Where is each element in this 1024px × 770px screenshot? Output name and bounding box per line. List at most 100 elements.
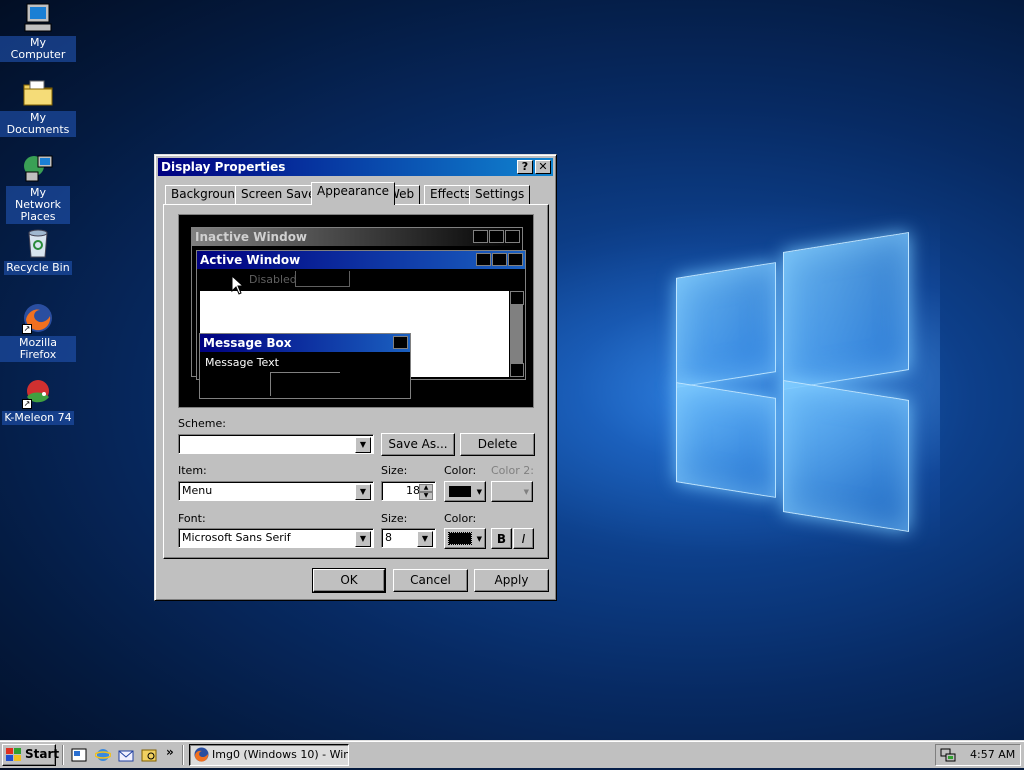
appearance-preview[interactable]: Inactive Window Active Window Disabled M…: [178, 214, 534, 408]
item-size-stepper[interactable]: 18 ▲ ▼: [381, 481, 436, 501]
start-label: Start: [25, 747, 60, 761]
desktop-icon-network-places[interactable]: My Network Places: [0, 152, 76, 224]
item-color-button[interactable]: ▼: [444, 481, 486, 502]
font-size-value: 8: [385, 531, 392, 544]
desktop-icon-firefox[interactable]: ↗ Mozilla Firefox: [0, 302, 76, 362]
preview-menu-disabled: Disabled: [249, 273, 297, 286]
outlook-express-icon[interactable]: [118, 747, 134, 763]
font-dropdown[interactable]: Microsoft Sans Serif ▼: [178, 528, 374, 548]
wallpaper-logo-pane: [783, 380, 909, 532]
chevron-down-icon: ▼: [523, 488, 529, 496]
quicklaunch-more-button[interactable]: »: [166, 745, 174, 759]
wallpaper-logo-pane: [676, 382, 776, 498]
cancel-button[interactable]: Cancel: [393, 569, 468, 592]
taskbar-divider: [62, 745, 64, 765]
windows-explorer-icon[interactable]: [141, 747, 157, 763]
preview-menu-selected: [295, 271, 350, 287]
taskbar-window-label: Img0 (Windows 10) - Wind...: [212, 748, 349, 761]
shortcut-arrow-icon: ↗: [22, 324, 32, 334]
firefox-icon: [194, 747, 209, 762]
dialog-title: Display Properties: [161, 160, 286, 174]
preview-scrollbar: [509, 291, 524, 377]
chevron-down-icon: ▼: [476, 535, 482, 543]
preview-message-box-title: Message Box: [200, 334, 410, 352]
preview-message-box-close: [392, 336, 408, 354]
show-desktop-icon[interactable]: [71, 747, 87, 763]
computer-icon: [22, 2, 54, 34]
desktop-icon-label: Mozilla Firefox: [0, 336, 76, 362]
save-as-button[interactable]: Save As...: [381, 433, 455, 456]
chevron-down-icon[interactable]: ▼: [355, 531, 371, 547]
item-dropdown[interactable]: Menu ▼: [178, 481, 374, 501]
item-color-label: Color:: [444, 464, 477, 477]
scheme-label: Scheme:: [178, 417, 226, 430]
chevron-down-icon[interactable]: ▼: [355, 437, 371, 453]
desktop-icon-kmeleon[interactable]: ↗ K-Meleon 74: [0, 377, 76, 425]
delete-button[interactable]: Delete: [460, 433, 535, 456]
close-button[interactable]: ✕: [535, 160, 551, 174]
folder-documents-icon: [22, 77, 54, 109]
font-size-dropdown[interactable]: 8 ▼: [381, 528, 436, 548]
system-tray: 4:57 AM: [935, 744, 1021, 766]
desktop-icon-label: My Documents: [0, 111, 76, 137]
network-tray-icon[interactable]: [940, 747, 956, 763]
kmeleon-icon: ↗: [22, 377, 54, 409]
preview-inactive-title: Inactive Window: [192, 228, 522, 246]
desktop-icon-label: K-Meleon 74: [2, 411, 74, 425]
spin-up-icon[interactable]: ▲: [419, 484, 433, 492]
internet-explorer-icon[interactable]: [94, 747, 112, 763]
mouse-pointer-icon: [231, 274, 245, 295]
preview-message-box: Message Box Message Text: [199, 333, 411, 399]
preview-message-text: Message Text: [205, 356, 279, 369]
recycle-bin-icon: [22, 227, 54, 259]
item-color2-button[interactable]: ▼: [491, 481, 533, 502]
preview-active-title: Active Window: [197, 251, 525, 269]
italic-button[interactable]: I: [513, 528, 534, 549]
font-color-label: Color:: [444, 512, 477, 525]
tab-appearance[interactable]: Appearance: [311, 182, 396, 205]
display-properties-dialog: Display Properties ? ✕ Background Screen…: [154, 154, 557, 601]
help-button[interactable]: ?: [517, 160, 533, 174]
bold-button[interactable]: B: [491, 528, 512, 549]
color-swatch: [448, 532, 472, 545]
taskbar-divider: [182, 745, 184, 765]
chevron-down-icon[interactable]: ▼: [355, 484, 371, 500]
font-color-button[interactable]: ▼: [444, 528, 486, 549]
shortcut-arrow-icon: ↗: [22, 399, 32, 409]
dialog-titlebar[interactable]: Display Properties ? ✕: [158, 158, 553, 176]
item-size-value: 18: [406, 484, 420, 497]
font-value: Microsoft Sans Serif: [182, 531, 291, 544]
tab-settings[interactable]: Settings: [469, 185, 531, 205]
desktop-icon-label: Recycle Bin: [4, 261, 72, 275]
clock[interactable]: 4:57 AM: [970, 745, 1015, 765]
desktop-icon-label: My Computer: [0, 36, 76, 62]
font-label: Font:: [178, 512, 206, 525]
color-swatch: [449, 486, 471, 497]
item-color2-label: Color 2:: [491, 464, 534, 477]
item-size-label: Size:: [381, 464, 408, 477]
desktop-icon-recycle-bin[interactable]: Recycle Bin: [0, 227, 76, 275]
preview-active-title-buttons: [475, 253, 523, 271]
font-size-label: Size:: [381, 512, 408, 525]
desktop-icon-my-documents[interactable]: My Documents: [0, 77, 76, 137]
item-value: Menu: [182, 484, 213, 497]
item-label: Item:: [178, 464, 207, 477]
windows-logo-icon: [6, 748, 22, 762]
start-button[interactable]: Start: [2, 744, 60, 766]
chevron-down-icon[interactable]: ▼: [417, 531, 433, 547]
preview-inactive-title-buttons: [472, 230, 520, 248]
apply-button[interactable]: Apply: [474, 569, 549, 592]
taskbar-window-button[interactable]: Img0 (Windows 10) - Wind...: [189, 744, 349, 766]
ok-button[interactable]: OK: [312, 568, 386, 593]
spin-down-icon[interactable]: ▼: [419, 492, 433, 500]
scheme-dropdown[interactable]: ▼: [178, 434, 374, 454]
network-places-icon: [22, 152, 54, 184]
chevron-down-icon: ▼: [476, 488, 482, 496]
desktop-icon-label: My Network Places: [6, 186, 70, 224]
wallpaper-logo-pane: [676, 262, 776, 388]
taskbar: Start » Img0 (Windows 10) - Wind... 4:57…: [0, 740, 1024, 768]
wallpaper-logo-pane: [783, 232, 909, 390]
firefox-icon: ↗: [22, 302, 54, 334]
desktop-icon-my-computer[interactable]: My Computer: [0, 2, 76, 62]
preview-ok-button: [270, 372, 340, 396]
